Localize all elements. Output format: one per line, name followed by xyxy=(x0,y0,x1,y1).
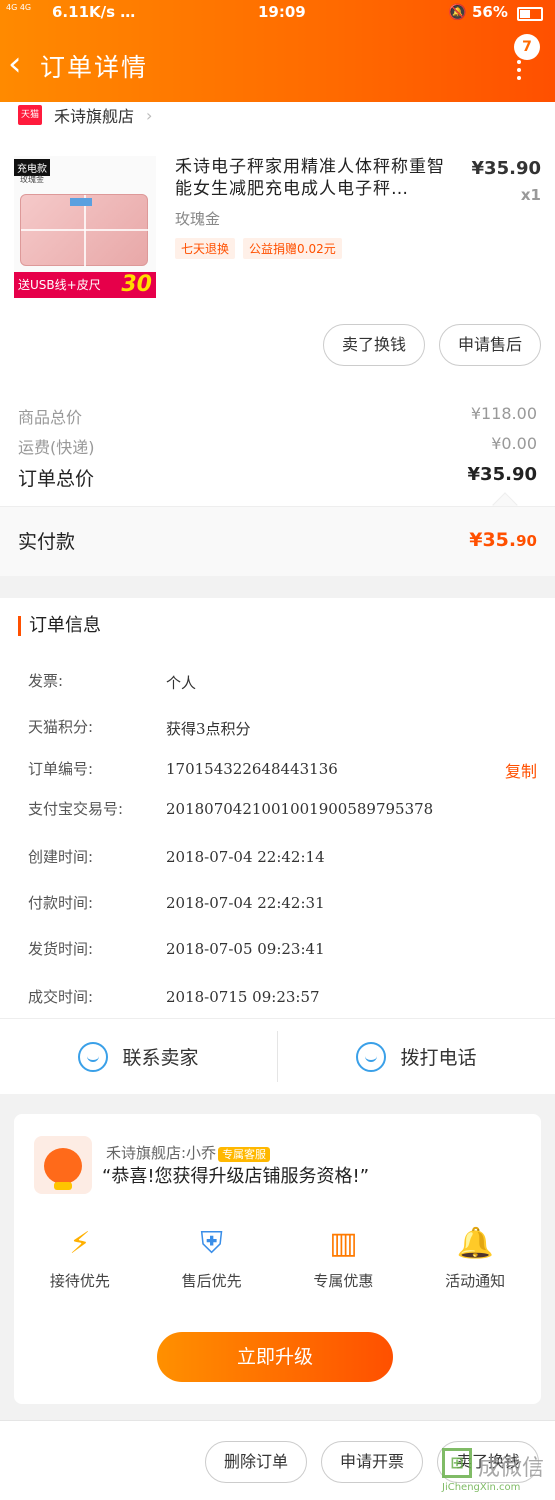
watermark-site: JiChengXin.com xyxy=(442,1482,521,1493)
chat-icon xyxy=(78,1041,109,1072)
info-key: 创建时间: xyxy=(28,848,94,866)
product-thumbnail[interactable]: 充电款 玫瑰金 送USB线+皮尺 30 xyxy=(14,156,156,298)
upgrade-button[interactable]: 立即升级 xyxy=(157,1332,393,1382)
perk-after-sales[interactable]: ⛨ 售后优先 xyxy=(146,1224,278,1291)
watermark: ⊞ 成微信 JiChengXin.com xyxy=(436,1444,552,1498)
lightning-icon: ⚡ xyxy=(69,1226,91,1261)
page-title: 订单详情 xyxy=(40,53,149,82)
network-indicator: 4G 4G xyxy=(6,3,32,12)
info-key: 订单编号: xyxy=(28,760,94,778)
phone-icon xyxy=(356,1041,387,1072)
thumb-promo-text: 送USB线+皮尺 xyxy=(18,278,101,292)
bell-icon: 🔔 xyxy=(456,1226,494,1261)
back-icon[interactable]: ‹ xyxy=(8,46,38,82)
ticket-icon: ▥ xyxy=(329,1226,358,1261)
info-key: 发货时间: xyxy=(28,940,94,958)
product-card: 天猫 禾诗旗舰店 › 充电款 玫瑰金 送USB线+皮尺 30 禾诗电子秤家用精准… xyxy=(0,102,555,576)
tag-return: 七天退换 xyxy=(175,238,236,259)
shield-icon: ⛨ xyxy=(200,1226,223,1261)
battery-icon xyxy=(517,7,543,21)
watermark-logo-icon: ⊞ xyxy=(442,1448,472,1478)
order-total-value: ¥35.90 xyxy=(467,464,537,485)
perk-discount[interactable]: ▥ 专属优惠 xyxy=(278,1224,410,1291)
copy-button[interactable]: 复制 xyxy=(505,758,537,782)
paid-value: ¥35.90 xyxy=(469,529,537,551)
product-tags: 七天退换 公益捐赠0.02元 xyxy=(175,238,350,259)
perk-label: 接待优先 xyxy=(49,1272,110,1290)
goods-total-row: 商品总价 ¥118.00 xyxy=(18,404,537,428)
clock: 19:09 xyxy=(258,3,306,21)
shipping-row: 运费(快递) ¥0.00 xyxy=(18,434,537,458)
service-name-row: 禾诗旗舰店:小乔 专属客服 xyxy=(106,1142,271,1163)
paid-value-cents: 90 xyxy=(516,532,537,550)
info-value: 2018070421001001900589795378 xyxy=(166,800,434,818)
perk-label: 专属优惠 xyxy=(313,1272,374,1290)
info-key: 天猫积分: xyxy=(28,718,94,736)
info-key: 发票: xyxy=(28,672,64,690)
upgrade-message: “恭喜!您获得升级店铺服务资格!” xyxy=(102,1166,370,1187)
info-key: 成交时间: xyxy=(28,988,94,1006)
info-key: 付款时间: xyxy=(28,894,94,912)
contact-seller-button[interactable]: 联系卖家 xyxy=(0,1031,278,1082)
perk-reception[interactable]: ⚡ 接待优先 xyxy=(14,1224,146,1291)
paid-row: 实付款 ¥35.90 xyxy=(0,506,555,576)
perk-list: ⚡ 接待优先 ⛨ 售后优先 ▥ 专属优惠 🔔 活动通知 xyxy=(14,1224,541,1291)
call-label: 拨打电话 xyxy=(400,1047,477,1069)
after-sales-button[interactable]: 申请售后 xyxy=(438,324,541,366)
shipping-value: ¥0.00 xyxy=(491,434,537,453)
order-info-card: 订单信息 发票: 个人 天猫积分: 获得3点积分 订单编号: 170154322… xyxy=(0,598,555,1094)
message-badge[interactable]: 7 xyxy=(514,34,540,60)
info-value: 个人 xyxy=(166,674,197,692)
thumb-promo: 送USB线+皮尺 30 xyxy=(14,272,156,298)
product-spec: 玫瑰金 xyxy=(175,210,221,228)
contact-seller-label: 联系卖家 xyxy=(122,1047,199,1069)
info-value: 170154322648443136 xyxy=(166,760,338,778)
perk-label: 售后优先 xyxy=(181,1272,242,1290)
upgrade-card: 禾诗旗舰店:小乔 专属客服 “恭喜!您获得升级店铺服务资格!” ⚡ 接待优先 ⛨ … xyxy=(14,1114,541,1404)
product-quantity: x1 xyxy=(520,186,541,204)
shop-name: 禾诗旗舰店 xyxy=(54,107,135,126)
contact-bar: 联系卖家 拨打电话 xyxy=(0,1018,555,1094)
info-value: 获得3点积分 xyxy=(166,720,251,738)
order-total-row: 订单总价 ¥35.90 xyxy=(18,464,537,491)
perk-notify[interactable]: 🔔 活动通知 xyxy=(409,1224,541,1291)
info-value: 2018-07-04 22:42:14 xyxy=(166,848,325,866)
app-header: 4G 4G 6.11K/s … 19:09 🔕 56% ‹ 订单详情 7 xyxy=(0,0,555,102)
tag-charity: 公益捐赠0.02元 xyxy=(243,238,342,259)
service-name: 禾诗旗舰店:小乔 xyxy=(106,1144,217,1162)
shipping-label: 运费(快递) xyxy=(18,438,95,457)
call-button[interactable]: 拨打电话 xyxy=(278,1019,555,1094)
avatar xyxy=(34,1136,92,1194)
info-value: 2018-07-05 09:23:41 xyxy=(166,940,325,958)
network-speed: 6.11K/s … xyxy=(52,3,136,21)
info-key: 支付宝交易号: xyxy=(28,800,124,818)
product-name[interactable]: 禾诗电子秤家用精准人体秤称重智能女生减肥充电成人电子秤… xyxy=(175,156,457,200)
paid-label: 实付款 xyxy=(18,531,76,553)
info-value: 2018-07-04 22:42:31 xyxy=(166,894,325,912)
order-total-label: 订单总价 xyxy=(18,468,95,490)
service-badge: 专属客服 xyxy=(218,1147,271,1162)
goods-total-label: 商品总价 xyxy=(18,408,83,427)
status-bar: 4G 4G 6.11K/s … 19:09 🔕 56% xyxy=(0,0,555,28)
thumb-tag-color: 玫瑰金 xyxy=(20,175,44,184)
tmall-logo-icon: 天猫 xyxy=(18,105,42,125)
resell-button[interactable]: 卖了换钱 xyxy=(322,324,425,366)
thumb-promo-number: 30 xyxy=(121,272,152,297)
more-menu-icon[interactable] xyxy=(515,60,523,82)
product-price: ¥35.90 xyxy=(471,158,541,179)
goods-total-value: ¥118.00 xyxy=(470,404,537,423)
request-invoice-button[interactable]: 申请开票 xyxy=(320,1441,423,1483)
battery-percent: 56% xyxy=(472,3,508,21)
scale-display xyxy=(70,198,92,206)
mute-icon: 🔕 xyxy=(448,3,467,21)
shop-row[interactable]: 天猫 禾诗旗舰店 › xyxy=(18,102,152,128)
watermark-title: 成微信 xyxy=(478,1456,545,1481)
paid-value-main: ¥35. xyxy=(469,529,517,551)
info-value: 2018-0715 09:23:57 xyxy=(166,988,320,1006)
delete-order-button[interactable]: 删除订单 xyxy=(204,1441,307,1483)
chevron-right-icon: › xyxy=(146,105,153,125)
perk-label: 活动通知 xyxy=(445,1272,506,1290)
order-info-title: 订单信息 xyxy=(18,616,101,636)
product-actions: 卖了换钱 申请售后 xyxy=(309,324,541,366)
